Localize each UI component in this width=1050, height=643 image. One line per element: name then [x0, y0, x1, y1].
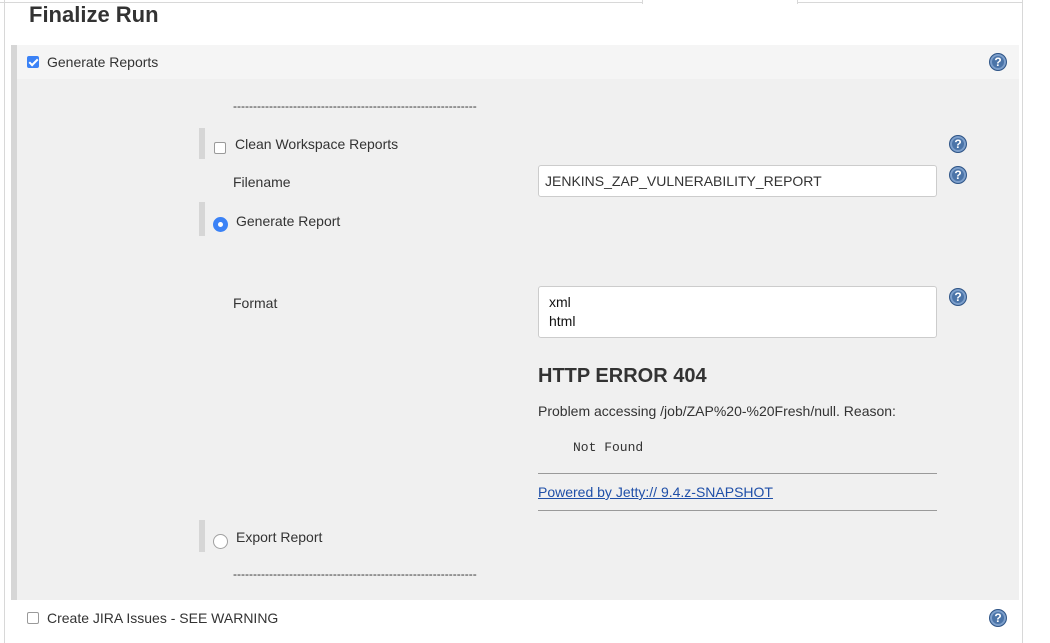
error-title: HTTP ERROR 404 — [538, 365, 707, 387]
error-reason: Not Found — [573, 440, 644, 455]
right-border — [1022, 0, 1023, 643]
export-report-radio[interactable] — [213, 534, 228, 549]
generate-reports-checkbox[interactable] — [27, 56, 39, 68]
clean-workspace-label[interactable]: Clean Workspace Reports — [235, 135, 398, 153]
generate-reports-label[interactable]: Generate Reports — [47, 53, 158, 71]
panel-side-bar — [11, 45, 17, 600]
top-tab-edge — [642, 0, 798, 4]
separator-top: ----------------------------------------… — [233, 99, 477, 113]
format-option-xml[interactable]: xml — [549, 293, 926, 312]
error-divider-bottom — [538, 510, 937, 511]
generate-reports-help-icon[interactable]: ? — [989, 53, 1007, 71]
create-jira-label[interactable]: Create JIRA Issues - SEE WARNING — [47, 609, 278, 627]
generate-reports-header — [17, 45, 1019, 79]
format-option-html[interactable]: html — [549, 312, 926, 331]
clean-workspace-help-icon[interactable]: ? — [949, 135, 967, 153]
generate-report-label[interactable]: Generate Report — [236, 212, 340, 230]
export-report-label[interactable]: Export Report — [236, 528, 322, 546]
left-border — [4, 0, 5, 643]
clean-workspace-bar — [199, 128, 205, 159]
filename-input[interactable] — [538, 165, 937, 197]
format-help-icon[interactable]: ? — [949, 288, 967, 306]
format-select[interactable]: xml html — [538, 286, 937, 338]
generate-report-bar — [199, 202, 205, 236]
section-title: Finalize Run — [29, 2, 159, 27]
generate-report-radio[interactable] — [213, 217, 228, 232]
create-jira-help-icon[interactable]: ? — [989, 609, 1007, 627]
separator-bottom: ----------------------------------------… — [233, 567, 477, 581]
export-report-bar — [199, 520, 205, 552]
create-jira-checkbox[interactable] — [27, 612, 39, 624]
clean-workspace-checkbox[interactable] — [214, 142, 226, 154]
format-label: Format — [233, 295, 278, 311]
error-divider-top — [538, 473, 937, 474]
filename-label: Filename — [233, 174, 291, 190]
error-message: Problem accessing /job/ZAP%20-%20Fresh/n… — [538, 403, 896, 419]
jetty-link[interactable]: Powered by Jetty:// 9.4.z-SNAPSHOT — [538, 483, 773, 501]
filename-help-icon[interactable]: ? — [949, 166, 967, 184]
